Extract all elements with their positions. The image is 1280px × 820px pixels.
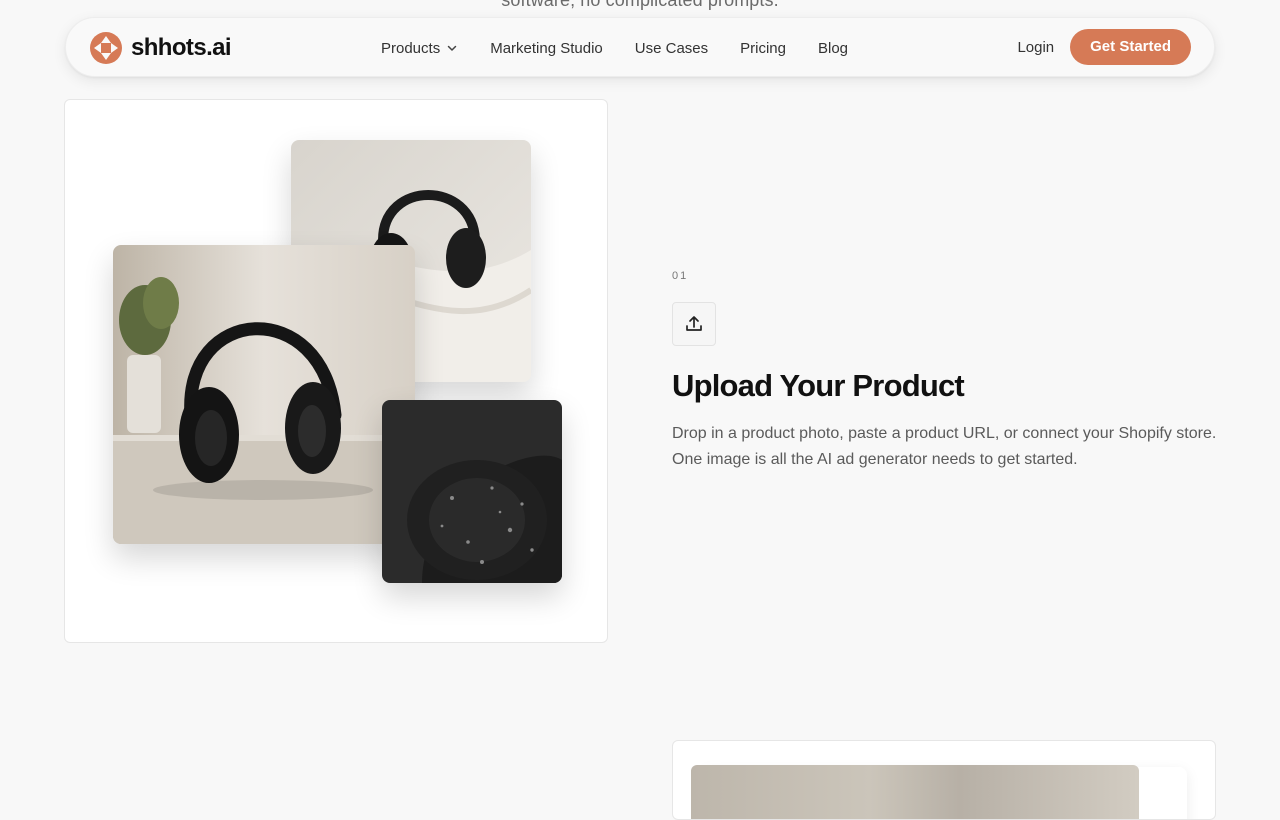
step-description: Drop in a product photo, paste a product… — [672, 425, 1217, 468]
hero-tagline-fragment: software, no complicated prompts. — [501, 0, 779, 10]
product-image-card — [64, 99, 608, 643]
brand-name: shhots.ai — [131, 34, 232, 61]
upload-icon — [686, 316, 702, 331]
nav-link-products[interactable]: Products — [381, 40, 458, 57]
nav-link-blog[interactable]: Blog — [818, 40, 848, 57]
next-step-photo — [691, 765, 1139, 819]
headphones-on-table-image — [113, 245, 415, 544]
aperture-logo-icon — [90, 32, 122, 64]
get-started-button[interactable]: Get Started — [1070, 29, 1191, 65]
step-number: 01 — [672, 270, 689, 282]
login-link[interactable]: Login — [1017, 39, 1054, 56]
nav-links: Products Marketing Studio Use Cases Pric… — [381, 18, 848, 78]
nav-link-use-cases[interactable]: Use Cases — [635, 40, 708, 57]
upload-icon-box — [672, 302, 716, 346]
chevron-down-icon — [447, 45, 457, 51]
nav-link-pricing[interactable]: Pricing — [740, 40, 786, 57]
nav-link-marketing-studio[interactable]: Marketing Studio — [490, 40, 603, 57]
nav-actions: Login Get Started — [1017, 29, 1191, 65]
step-title: Upload Your Product — [672, 368, 965, 403]
next-step-image-card — [672, 740, 1216, 820]
headphones-water-drops-image — [382, 400, 562, 583]
nav-link-label: Products — [381, 39, 441, 57]
brand-logo-link[interactable]: shhots.ai — [89, 31, 232, 65]
top-navbar: shhots.ai Products Marketing Studio Use … — [65, 17, 1215, 77]
